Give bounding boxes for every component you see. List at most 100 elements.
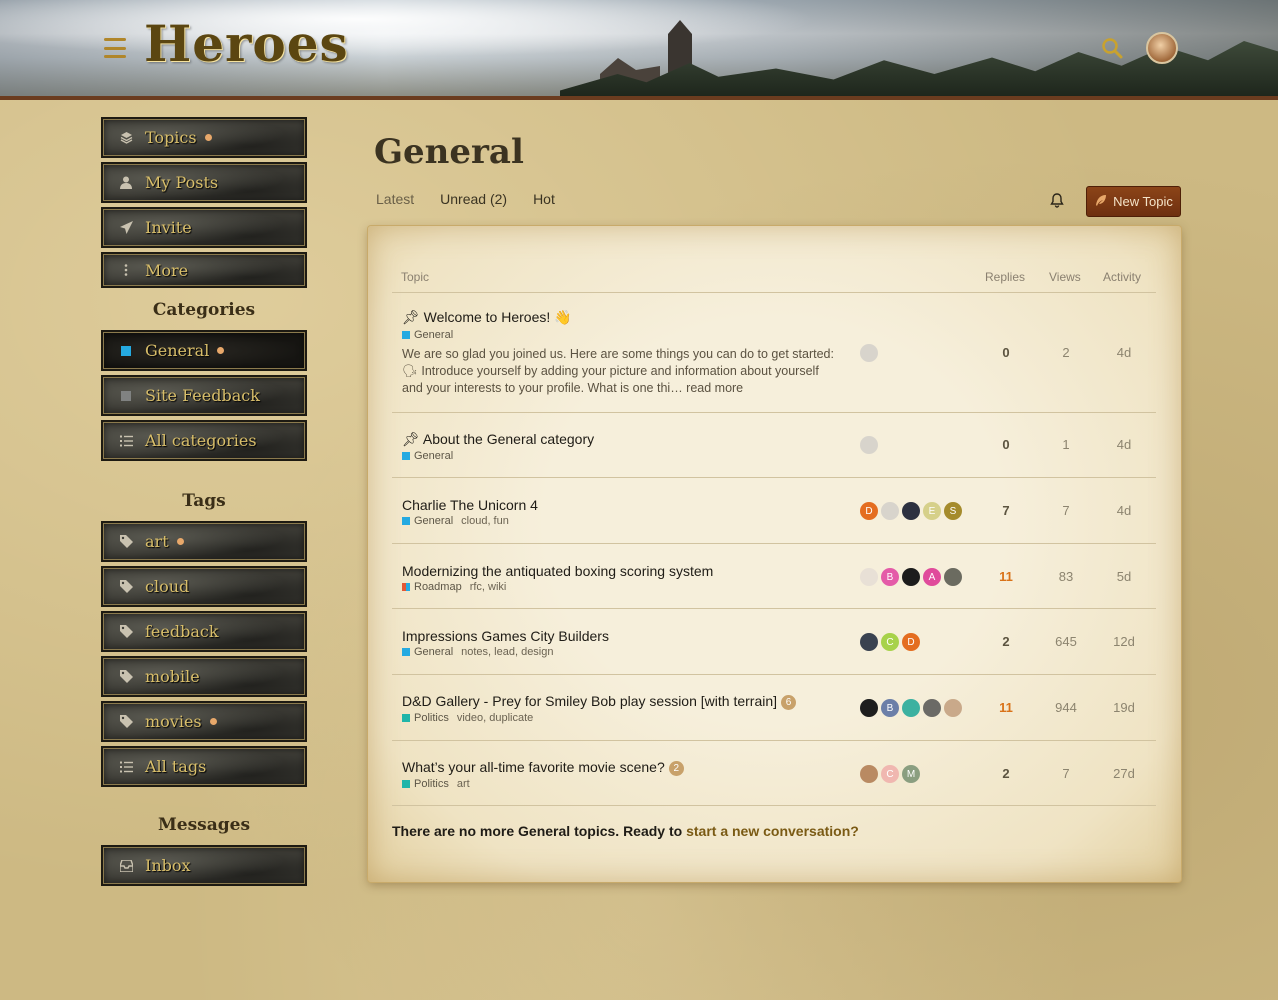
sidebar-item-topics[interactable]: Topics <box>101 117 307 158</box>
topic-title[interactable]: What’s your all-time favorite movie scen… <box>402 759 684 776</box>
avatar[interactable]: B <box>881 568 899 586</box>
avatar[interactable]: C <box>881 765 899 783</box>
avatar[interactable]: B <box>881 699 899 717</box>
topic-category[interactable]: General notes, lead, design <box>402 646 554 658</box>
avatar[interactable] <box>881 502 899 520</box>
sidebar-item-tag-mobile[interactable]: mobile <box>101 656 307 697</box>
messages-heading[interactable]: Messages <box>101 815 307 835</box>
sidebar-item-all-categories[interactable]: All categories <box>101 420 307 461</box>
start-new-conversation-link[interactable]: start a new conversation? <box>686 823 859 839</box>
tab-unread[interactable]: Unread (2) <box>440 191 507 207</box>
avatar[interactable] <box>902 568 920 586</box>
hamburger-menu-icon[interactable] <box>104 38 126 58</box>
user-avatar[interactable] <box>1146 32 1178 64</box>
activity-time[interactable]: 4d <box>1104 437 1144 452</box>
avatar[interactable] <box>860 699 878 717</box>
reply-count[interactable]: 0 <box>986 437 1026 452</box>
reply-count[interactable]: 11 <box>986 569 1026 584</box>
reply-count[interactable]: 0 <box>986 345 1026 360</box>
avatar[interactable]: E <box>923 502 941 520</box>
view-count: 7 <box>1062 766 1070 781</box>
sidebar-item-more[interactable]: More <box>101 252 307 288</box>
avatar[interactable] <box>902 502 920 520</box>
reply-count[interactable]: 7 <box>986 503 1026 518</box>
sidebar-item-tag-movies[interactable]: movies <box>101 701 307 742</box>
tab-hot[interactable]: Hot <box>533 191 555 207</box>
tags-heading[interactable]: Tags <box>101 491 307 511</box>
avatar[interactable] <box>860 436 878 454</box>
topic-title[interactable]: 📌︎ Welcome to Heroes! 👋 <box>402 309 572 326</box>
topic-category[interactable]: Politics art <box>402 778 470 790</box>
avatar[interactable] <box>923 699 941 717</box>
topic-category[interactable]: Roadmap rfc, wiki <box>402 581 506 593</box>
sidebar-item-general[interactable]: General <box>101 330 307 371</box>
table-row[interactable]: D&D Gallery - Prey for Smiley Bob play s… <box>392 674 1156 740</box>
topic-category[interactable]: General <box>402 450 453 462</box>
topic-tags[interactable]: rfc, wiki <box>470 581 507 593</box>
site-logo[interactable]: Heroes <box>144 14 349 73</box>
avatar[interactable]: D <box>902 633 920 651</box>
activity-time[interactable]: 12d <box>1104 634 1144 649</box>
bell-icon[interactable] <box>1050 193 1064 213</box>
topic-category[interactable]: General <box>402 329 453 341</box>
sidebar-item-site-feedback[interactable]: Site Feedback <box>101 375 307 416</box>
tab-latest[interactable]: Latest <box>376 191 414 207</box>
topic-category[interactable]: General cloud, fun <box>402 515 509 527</box>
table-row[interactable]: Impressions Games City Builders General … <box>392 608 1156 674</box>
column-header-activity[interactable]: Activity <box>1103 270 1141 284</box>
unread-count-badge[interactable]: 2 <box>668 760 684 776</box>
table-row[interactable]: 📌︎ Welcome to Heroes! 👋 General We are s… <box>392 292 1156 412</box>
unread-dot <box>204 134 212 141</box>
sidebar-item-my-posts[interactable]: My Posts <box>101 162 307 203</box>
avatar[interactable] <box>860 633 878 651</box>
avatar[interactable] <box>944 568 962 586</box>
topic-title[interactable]: Charlie The Unicorn 4 <box>402 497 538 513</box>
sidebar-item-tag-cloud[interactable]: cloud <box>101 566 307 607</box>
column-header-views[interactable]: Views <box>1049 270 1081 284</box>
sidebar-item-all-tags[interactable]: All tags <box>101 746 307 787</box>
avatar[interactable]: D <box>860 502 878 520</box>
new-topic-label: New Topic <box>1113 194 1173 209</box>
table-row[interactable]: Modernizing the antiquated boxing scorin… <box>392 543 1156 608</box>
topic-tags[interactable]: notes, lead, design <box>461 646 553 658</box>
topic-title[interactable]: Impressions Games City Builders <box>402 628 609 644</box>
avatar[interactable]: S <box>944 502 962 520</box>
avatar[interactable] <box>944 699 962 717</box>
topic-tags[interactable]: cloud, fun <box>461 515 509 527</box>
table-row[interactable]: 📌︎ About the General category General 0 … <box>392 412 1156 477</box>
sidebar-item-invite[interactable]: Invite <box>101 207 307 248</box>
topic-title[interactable]: Modernizing the antiquated boxing scorin… <box>402 563 713 579</box>
topic-title[interactable]: 📌︎ About the General category <box>402 431 594 448</box>
table-row[interactable]: Charlie The Unicorn 4 General cloud, fun… <box>392 477 1156 543</box>
topic-tags[interactable]: art <box>457 778 470 790</box>
sidebar-item-tag-feedback[interactable]: feedback <box>101 611 307 652</box>
search-icon[interactable] <box>1094 30 1130 66</box>
reply-count[interactable]: 2 <box>986 634 1026 649</box>
unread-count-badge[interactable]: 6 <box>781 694 797 710</box>
activity-time[interactable]: 27d <box>1104 766 1144 781</box>
avatar[interactable]: A <box>923 568 941 586</box>
topic-title[interactable]: D&D Gallery - Prey for Smiley Bob play s… <box>402 693 797 710</box>
column-header-topic[interactable]: Topic <box>401 270 429 284</box>
avatar[interactable]: C <box>881 633 899 651</box>
avatar[interactable] <box>860 344 878 362</box>
activity-time[interactable]: 5d <box>1104 569 1144 584</box>
categories-heading[interactable]: Categories <box>101 300 307 320</box>
reply-count[interactable]: 2 <box>986 766 1026 781</box>
sidebar-item-tag-art[interactable]: art <box>101 521 307 562</box>
sidebar-item-inbox[interactable]: Inbox <box>101 845 307 886</box>
reply-count[interactable]: 11 <box>986 700 1026 715</box>
activity-time[interactable]: 4d <box>1104 503 1144 518</box>
avatar[interactable] <box>860 765 878 783</box>
column-header-replies[interactable]: Replies <box>985 270 1025 284</box>
activity-time[interactable]: 19d <box>1104 700 1144 715</box>
new-topic-button[interactable]: New Topic <box>1086 186 1181 217</box>
table-row[interactable]: What’s your all-time favorite movie scen… <box>392 740 1156 806</box>
topic-category[interactable]: Politics video, duplicate <box>402 712 533 724</box>
activity-time[interactable]: 4d <box>1104 345 1144 360</box>
avatar[interactable]: M <box>902 765 920 783</box>
sidebar-item-label: General <box>145 341 210 360</box>
avatar[interactable] <box>860 568 878 586</box>
topic-tags[interactable]: video, duplicate <box>457 712 533 724</box>
avatar[interactable] <box>902 699 920 717</box>
